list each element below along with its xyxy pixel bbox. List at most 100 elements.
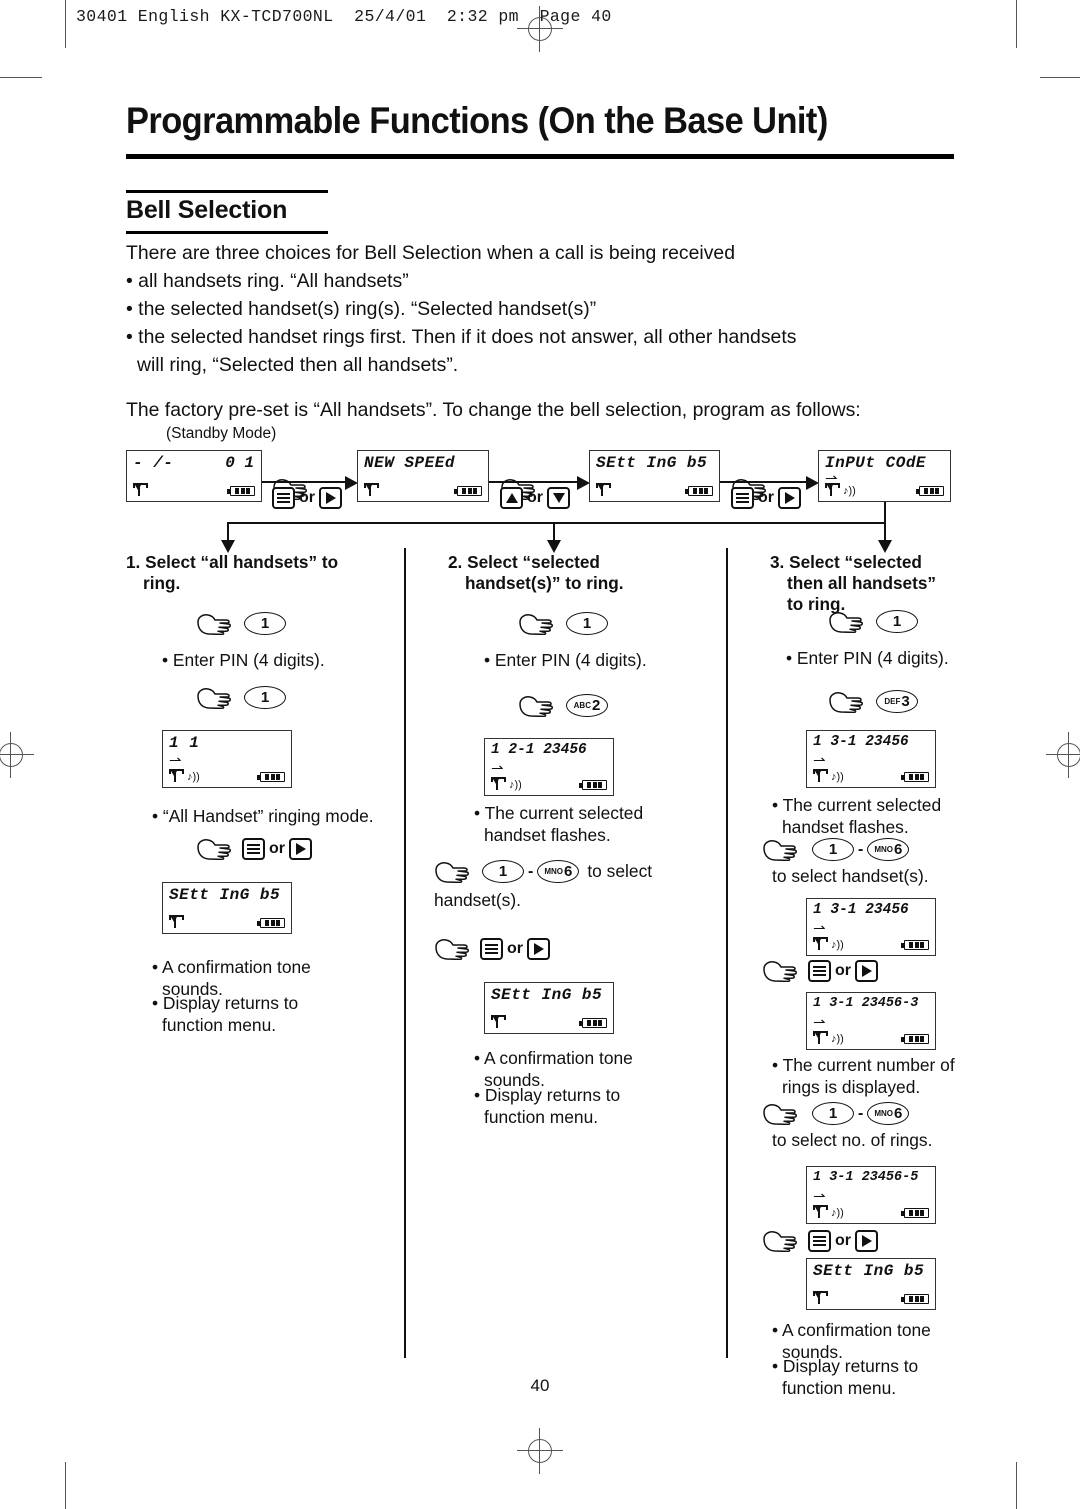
- ringer-icon: ♪)): [187, 771, 200, 783]
- column-2-step-range: 1 - MNO 6 to select: [434, 860, 652, 883]
- column-divider-1: [404, 548, 406, 1358]
- menu-icon[interactable]: [731, 487, 754, 509]
- column-1-note-ringing-mode: • “All Handset” ringing mode.: [152, 806, 374, 826]
- hand-pointer-icon: [763, 1103, 797, 1125]
- menu-icon[interactable]: [242, 838, 265, 860]
- antenna-icon: [491, 777, 502, 792]
- menu-icon[interactable]: [272, 487, 295, 509]
- lcd-text: 1 2-1 23456: [491, 742, 587, 758]
- intro-lead: There are three choices for Bell Selecti…: [126, 242, 735, 264]
- battery-icon: [227, 486, 255, 496]
- lcd-text: 1 3-1 23456: [813, 902, 909, 918]
- column-2-note-return-l1: • Display returns to: [474, 1085, 621, 1105]
- title-underline: [126, 154, 954, 159]
- key-6-mno[interactable]: MNO 6: [867, 1102, 910, 1125]
- antenna-icon: [813, 769, 824, 784]
- key-1[interactable]: 1: [244, 612, 286, 635]
- key-1[interactable]: 1: [812, 838, 854, 861]
- column-3-lcd-rings-current: 1 3-1 23456-3 ⇀ ♪)): [806, 992, 936, 1050]
- column-3-lcd-handset-select: 1 3-1 23456 ⇀ ♪)): [806, 730, 936, 788]
- right-arrow-icon[interactable]: [319, 487, 342, 509]
- menu-icon[interactable]: [480, 938, 503, 960]
- key-1[interactable]: 1: [566, 612, 608, 635]
- down-arrow-icon[interactable]: [547, 487, 570, 509]
- column-3-line2: then all handsets”: [787, 573, 936, 593]
- input-arrow-icon: ⇀: [813, 1014, 826, 1031]
- column-1-step-keypair: or: [196, 838, 312, 860]
- up-arrow-icon[interactable]: [500, 487, 523, 509]
- hand-pointer-icon: [435, 939, 469, 960]
- antenna-icon: [133, 483, 144, 498]
- antenna-icon: [825, 483, 836, 498]
- antenna-icon: [813, 937, 824, 952]
- column-3-step-key-2: DEF 3: [828, 690, 918, 713]
- hand-pointer-icon: [519, 695, 553, 717]
- battery-icon: [579, 780, 607, 790]
- lcd-text: 1 3-1 23456: [813, 734, 909, 750]
- battery-icon: [257, 772, 285, 782]
- hand-pointer-icon: [519, 613, 553, 635]
- battery-icon: [901, 1294, 929, 1304]
- battery-icon: [901, 772, 929, 782]
- hand-pointer-icon: [763, 839, 797, 861]
- key-1[interactable]: 1: [244, 686, 286, 709]
- section-title: Bell Selection: [126, 196, 288, 224]
- lcd-text: NEW SPEEd: [364, 454, 455, 472]
- key-1[interactable]: 1: [876, 610, 918, 633]
- column-1-note-return: • Display returns to function menu.: [152, 993, 298, 1036]
- column-3-note-rings-l2: rings is displayed.: [782, 1076, 921, 1097]
- column-2-step-key-2: ABC 2: [518, 694, 608, 717]
- right-arrow-icon[interactable]: [527, 938, 550, 960]
- right-arrow-icon[interactable]: [855, 1230, 878, 1252]
- key-6-mno[interactable]: MNO 6: [537, 860, 580, 883]
- input-arrow-icon: ⇀: [813, 920, 826, 937]
- or-label-1: or: [299, 489, 315, 506]
- crop-line-top-right-vertical: [1016, 0, 1018, 48]
- battery-icon: [579, 1018, 607, 1028]
- column-2-note-return-l2: function menu.: [484, 1106, 599, 1127]
- key-group-3: or: [731, 487, 801, 509]
- column-1-step-key-2: 1: [196, 686, 286, 709]
- battery-icon: [901, 940, 929, 950]
- intro-bullet-3-cont: will ring, “Selected then all handsets”.: [137, 354, 459, 376]
- lcd-standby-display: - /- 0 1: [126, 450, 262, 502]
- key-6-mno[interactable]: MNO 6: [867, 838, 910, 861]
- menu-icon[interactable]: [808, 960, 831, 982]
- range-tail: to select: [587, 861, 653, 881]
- intro-closing: The factory pre-set is “All handsets”. T…: [126, 399, 861, 421]
- intro-bullet-3: • the selected handset rings first. Then…: [126, 326, 797, 348]
- hand-pointer-icon: [763, 1231, 797, 1252]
- input-arrow-icon: ⇀: [813, 1188, 826, 1205]
- key-1[interactable]: 1: [812, 1102, 854, 1125]
- hand-pointer-icon: [435, 861, 469, 883]
- antenna-icon: [596, 483, 607, 498]
- right-arrow-icon[interactable]: [778, 487, 801, 509]
- lcd-text-left: - /-: [133, 454, 174, 472]
- right-arrow-icon[interactable]: [855, 960, 878, 982]
- lcd-input-code-display: InPUt COdE ⇀ ♪)): [818, 450, 951, 502]
- menu-icon[interactable]: [808, 1230, 831, 1252]
- ringer-icon: ♪)): [509, 779, 522, 791]
- key-1[interactable]: 1: [482, 860, 524, 883]
- section-rule-top: [126, 190, 328, 193]
- key-3-def[interactable]: DEF 3: [876, 690, 918, 713]
- hand-pointer-icon: [197, 839, 231, 860]
- intro-text: There are three choices for Bell Selecti…: [126, 240, 976, 425]
- right-arrow-icon[interactable]: [289, 838, 312, 860]
- range-dash: -: [528, 862, 534, 880]
- registration-mark-bottom-center: [517, 1428, 563, 1474]
- column-2-lcd-handset-select: 1 2-1 23456 ⇀ ♪)): [484, 738, 614, 796]
- input-arrow-icon: ⇀: [813, 752, 826, 769]
- key-2-abc[interactable]: ABC 2: [566, 694, 608, 717]
- crop-line-top-left-vertical: [65, 0, 67, 48]
- battery-icon: [901, 1208, 929, 1218]
- column-3-number-and-line1: 3. Select “selected: [770, 552, 922, 572]
- column-2-heading: 2. Select “selected handset(s)” to ring.: [448, 552, 718, 594]
- column-2-note-return: • Display returns to function menu.: [474, 1085, 620, 1128]
- lcd-new-speed-display: NEW SPEEd: [357, 450, 489, 502]
- registration-mark-left: [0, 732, 34, 778]
- column-3-note-return-l1: • Display returns to: [772, 1356, 919, 1376]
- antenna-icon: [169, 915, 180, 930]
- column-2-note-enter-pin: • Enter PIN (4 digits).: [484, 650, 647, 670]
- column-1-note-enter-pin: • Enter PIN (4 digits).: [162, 650, 325, 670]
